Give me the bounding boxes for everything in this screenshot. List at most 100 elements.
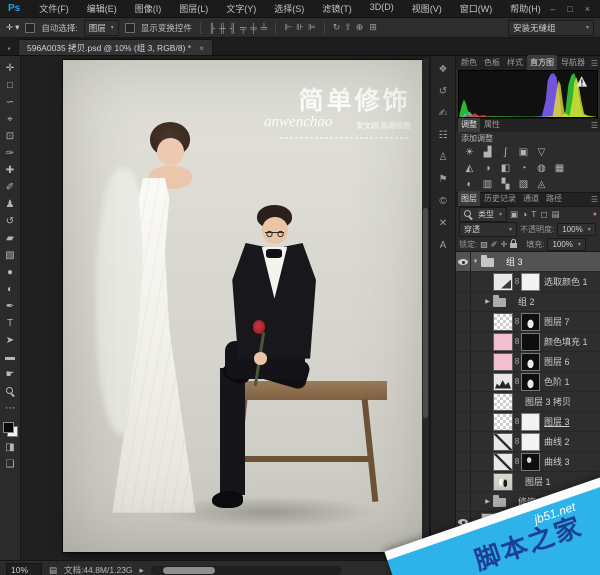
- dock-panel-icon[interactable]: ☷: [439, 130, 448, 142]
- menu-item[interactable]: 文字(Y): [217, 2, 265, 15]
- layer-row[interactable]: 8 图层 7: [456, 312, 600, 332]
- auto-select-checkbox[interactable]: [25, 23, 35, 33]
- menu-item[interactable]: 3D(D): [361, 2, 403, 15]
- tool-button[interactable]: ✐: [0, 179, 20, 196]
- layer-name[interactable]: 组 2: [518, 295, 535, 308]
- filter-kind-icon[interactable]: ◻: [540, 209, 547, 220]
- expand-collapse-arrow[interactable]: ▶: [483, 298, 492, 305]
- layer-mask-thumbnail[interactable]: [521, 413, 540, 431]
- layer-thumbnail[interactable]: [493, 333, 513, 351]
- tool-button[interactable]: ☛: [0, 366, 20, 383]
- distribute-icon[interactable]: ⊩: [284, 22, 292, 33]
- menu-item[interactable]: 编辑(E): [78, 2, 126, 15]
- panel-tab[interactable]: 调整: [458, 117, 480, 132]
- adjustment-icon[interactable]: ▥: [482, 179, 493, 190]
- tool-button[interactable]: ✒: [0, 298, 20, 315]
- dock-panel-icon[interactable]: A: [440, 240, 447, 252]
- opacity-dropdown[interactable]: 100% ▾: [557, 223, 595, 236]
- tool-button[interactable]: ∽: [0, 94, 20, 111]
- adjustment-icon[interactable]: ▧: [518, 179, 529, 190]
- scrollbar-thumb[interactable]: [163, 567, 215, 574]
- tool-button[interactable]: ▧: [0, 247, 20, 264]
- visibility-eye-icon[interactable]: [456, 312, 471, 331]
- adjustment-icon[interactable]: ◐: [464, 179, 475, 190]
- layer-row[interactable]: 8 图层 3: [456, 412, 600, 432]
- tool-button[interactable]: ▬: [0, 349, 20, 366]
- dock-panel-icon[interactable]: ©: [439, 196, 446, 208]
- quick-mask-button[interactable]: ◨: [0, 439, 20, 456]
- layer-mask-thumbnail[interactable]: [521, 273, 540, 291]
- align-icon[interactable]: ╫: [219, 23, 225, 33]
- tool-button[interactable]: ✑: [0, 145, 20, 162]
- layer-mask-thumbnail[interactable]: [521, 453, 540, 471]
- layer-row[interactable]: 图层 3 拷贝: [456, 392, 600, 412]
- filter-kind-icon[interactable]: ◑: [522, 209, 527, 220]
- workspace-grid-icon[interactable]: ⊞: [369, 22, 377, 33]
- dock-panel-icon[interactable]: ⚑: [439, 174, 448, 186]
- adjustment-icon[interactable]: ◍: [536, 163, 547, 174]
- panel-menu-icon[interactable]: ☰: [591, 121, 598, 132]
- layer-name[interactable]: 曲线 2: [544, 435, 570, 448]
- layer-row[interactable]: ▼ 组 3: [456, 252, 600, 272]
- workspace-dropdown[interactable]: 安装无缝组 ▾: [508, 20, 594, 36]
- layer-mask-thumbnail[interactable]: [521, 333, 540, 351]
- dock-panel-icon[interactable]: ❖: [439, 64, 448, 76]
- layer-thumbnail[interactable]: [493, 313, 513, 331]
- panel-tab[interactable]: 直方图: [527, 55, 557, 70]
- panel-menu-icon[interactable]: ☰: [591, 195, 598, 206]
- layer-thumbnail[interactable]: [493, 473, 513, 491]
- tool-button[interactable]: ✛: [0, 60, 20, 77]
- expand-collapse-arrow[interactable]: ▶: [483, 498, 492, 505]
- layer-thumbnail[interactable]: [493, 393, 513, 411]
- tool-button[interactable]: ⋯: [0, 400, 20, 417]
- panel-tab[interactable]: 通道: [520, 191, 542, 206]
- layer-row[interactable]: 8 选取颜色 1: [456, 272, 600, 292]
- zoom-level-field[interactable]: 10%: [6, 563, 42, 575]
- visibility-eye-icon[interactable]: [456, 352, 471, 371]
- adjustment-icon[interactable]: ▟: [482, 147, 493, 158]
- align-icon[interactable]: ╤: [240, 23, 246, 33]
- menu-item[interactable]: 视图(V): [403, 2, 451, 15]
- adjustment-icon[interactable]: ▽: [536, 147, 547, 158]
- menu-item[interactable]: 滤镜(T): [313, 2, 361, 15]
- lock-all-icon[interactable]: [510, 243, 517, 248]
- visibility-eye-icon[interactable]: [456, 372, 471, 391]
- visibility-eye-icon[interactable]: [456, 472, 471, 491]
- minimize-button[interactable]: –: [550, 4, 555, 14]
- document-tab[interactable]: 596A0035 拷贝.psd @ 10% (组 3, RGB/8) * ×: [18, 39, 213, 55]
- threed-mode-icon[interactable]: ↻: [333, 22, 341, 33]
- dock-panel-icon[interactable]: ♙: [439, 152, 448, 164]
- visibility-eye-icon[interactable]: [456, 392, 471, 411]
- filter-toggle-icon[interactable]: ●: [593, 211, 597, 218]
- filter-kind-icon[interactable]: T: [531, 209, 536, 220]
- status-chevron-icon[interactable]: ▸: [140, 565, 144, 575]
- layer-thumbnail[interactable]: [493, 433, 513, 451]
- horizontal-scrollbar[interactable]: [151, 566, 341, 575]
- tool-button[interactable]: ▰: [0, 230, 20, 247]
- adjustment-icon[interactable]: ◑: [482, 163, 493, 174]
- tool-button[interactable]: ♟: [0, 196, 20, 213]
- threed-mode-icon[interactable]: ⊕: [356, 22, 364, 33]
- align-icon[interactable]: ╟: [209, 23, 215, 33]
- layer-thumbnail[interactable]: [481, 258, 494, 267]
- filter-kind-icon[interactable]: ▤: [551, 209, 559, 220]
- layer-row[interactable]: 8 色阶 1: [456, 372, 600, 392]
- layer-name[interactable]: 颜色填充 1: [544, 335, 588, 348]
- screen-mode-button[interactable]: ❏: [0, 456, 20, 473]
- layer-row[interactable]: 8 曲线 2: [456, 432, 600, 452]
- layer-thumbnail[interactable]: [493, 273, 513, 291]
- distribute-icon[interactable]: ⊫: [308, 22, 316, 33]
- layer-thumbnail[interactable]: [493, 298, 506, 307]
- layer-row[interactable]: ▶ 组 2: [456, 292, 600, 312]
- panel-tab[interactable]: 导航器: [558, 55, 588, 70]
- show-transform-checkbox[interactable]: [125, 23, 135, 33]
- fill-dropdown[interactable]: 100% ▾: [547, 238, 585, 251]
- layer-name[interactable]: 色阶 1: [544, 375, 570, 388]
- threed-mode-icon[interactable]: ⇧: [344, 22, 352, 33]
- visibility-eye-icon[interactable]: [456, 452, 471, 471]
- menu-item[interactable]: 图像(I): [126, 2, 171, 15]
- layer-row[interactable]: 8 曲线 3: [456, 452, 600, 472]
- adjustment-icon[interactable]: ◬: [536, 179, 547, 190]
- layer-mask-thumbnail[interactable]: [521, 353, 540, 371]
- dock-panel-icon[interactable]: ✕: [439, 218, 447, 230]
